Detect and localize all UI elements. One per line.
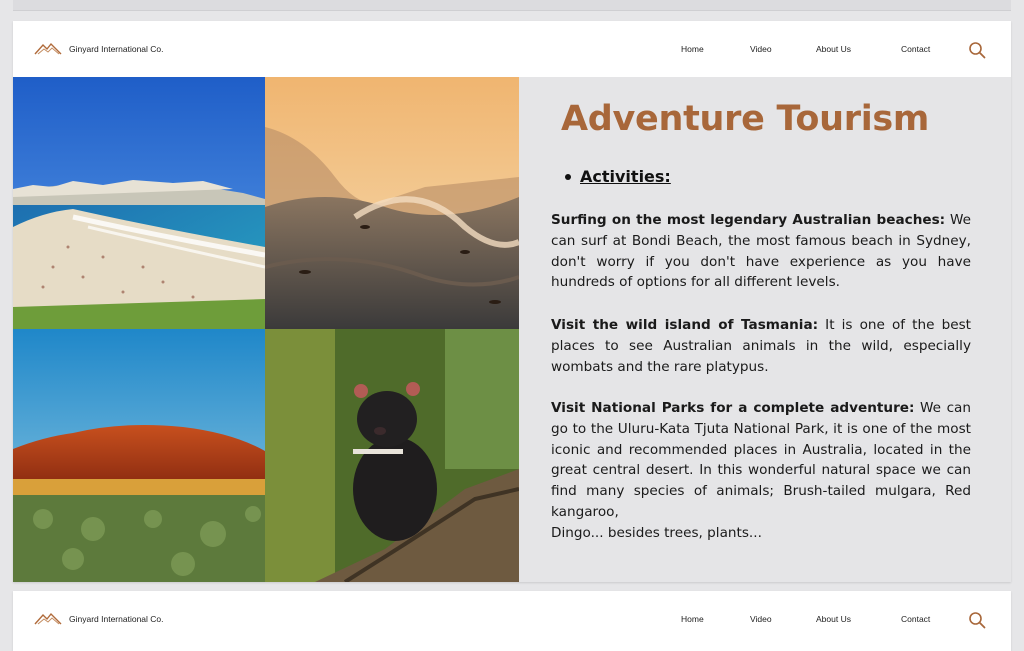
mountain-logo-icon[interactable]: [34, 612, 62, 626]
content-panel: Adventure Tourism Activities: Surfing on…: [519, 77, 1011, 582]
nav-about-us[interactable]: About Us: [816, 614, 851, 624]
paragraph-parks-heading: Visit National Parks for a complete adve…: [551, 400, 915, 416]
uluru-rock-photo: [13, 329, 265, 582]
next-slide-navigation: Ginyard International Co. Home Video Abo…: [13, 591, 1011, 647]
activities-label: Activities:: [580, 167, 671, 186]
beach-photo: [13, 77, 265, 329]
search-icon[interactable]: [968, 611, 986, 629]
page-title: Adventure Tourism: [561, 99, 930, 139]
paragraph-tasmania: Visit the wild island of Tasmania: It is…: [551, 315, 971, 377]
search-icon[interactable]: [968, 41, 986, 59]
nav-about-us[interactable]: About Us: [816, 44, 851, 54]
brand-name[interactable]: Ginyard International Co.: [69, 614, 164, 624]
nav-home[interactable]: Home: [681, 44, 704, 54]
next-slide[interactable]: Ginyard International Co. Home Video Abo…: [13, 591, 1011, 651]
paragraph-surfing: Surfing on the most legendary Australian…: [551, 210, 971, 293]
tasmanian-devil-photo: [265, 329, 519, 582]
previous-slide[interactable]: [13, 0, 1011, 11]
current-slide: Ginyard International Co. Home Video Abo…: [13, 21, 1011, 582]
bullet-dot-icon: [565, 173, 571, 180]
paragraph-surfing-heading: Surfing on the most legendary Australian…: [551, 212, 946, 228]
nav-contact[interactable]: Contact: [901, 44, 930, 54]
ocean-waves-photo: [265, 77, 519, 329]
brand-name[interactable]: Ginyard International Co.: [69, 44, 164, 54]
nav-contact[interactable]: Contact: [901, 614, 930, 624]
nav-video[interactable]: Video: [750, 44, 772, 54]
paragraph-parks-extra: Dingo... besides trees, plants...: [551, 524, 762, 541]
photo-gallery: [13, 77, 519, 582]
nav-video[interactable]: Video: [750, 614, 772, 624]
paragraph-national-parks: Visit National Parks for a complete adve…: [551, 398, 971, 544]
paragraph-parks-body: We can go to the Uluru-Kata Tjuta Nation…: [551, 400, 971, 520]
paragraph-tasmania-heading: Visit the wild island of Tasmania:: [551, 317, 819, 333]
nav-home[interactable]: Home: [681, 614, 704, 624]
mountain-logo-icon[interactable]: [34, 42, 62, 56]
activities-bullet: Activities:: [565, 167, 671, 186]
top-navigation: Ginyard International Co. Home Video Abo…: [13, 21, 1011, 77]
